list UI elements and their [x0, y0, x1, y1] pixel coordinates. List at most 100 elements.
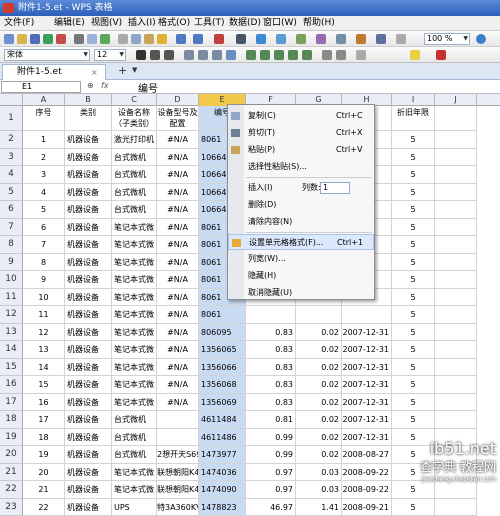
bold-icon[interactable]: [136, 50, 146, 60]
formula-content[interactable]: 编号: [138, 80, 158, 95]
table-cell[interactable]: [435, 166, 477, 184]
table-cell[interactable]: 台式微机: [112, 446, 157, 464]
row-header[interactable]: 2: [0, 131, 23, 149]
table-cell[interactable]: 机器设备: [65, 341, 112, 359]
table-cell[interactable]: [296, 306, 342, 324]
paste-toolbar-icon[interactable]: [144, 34, 154, 44]
row-header[interactable]: 21: [0, 464, 23, 482]
table-cell[interactable]: 12: [23, 324, 65, 342]
row-header[interactable]: 19: [0, 429, 23, 447]
table-cell[interactable]: 笔记本式微: [112, 376, 157, 394]
chevron-down-icon[interactable]: ▼: [132, 66, 137, 74]
row-header[interactable]: 4: [0, 166, 23, 184]
table-cell[interactable]: [435, 394, 477, 412]
table-cell[interactable]: [157, 411, 199, 429]
menu-window[interactable]: 窗口(W): [263, 17, 297, 30]
table-cell[interactable]: 笔记本式微: [112, 271, 157, 289]
row-header[interactable]: 6: [0, 201, 23, 219]
table-cell[interactable]: 5: [392, 289, 435, 307]
table-cell[interactable]: 0.83: [246, 324, 296, 342]
pdf-icon[interactable]: [56, 34, 66, 44]
font-family-combo[interactable]: 宋体▼: [4, 49, 90, 61]
table-cell[interactable]: 0.99: [246, 446, 296, 464]
menu-item-clear-contents[interactable]: 清除内容(N): [228, 214, 374, 230]
table-cell[interactable]: #N/A: [157, 359, 199, 377]
header-cell[interactable]: 类别: [65, 106, 112, 131]
table-cell[interactable]: 16: [23, 394, 65, 412]
row-header[interactable]: 3: [0, 149, 23, 167]
table-cell[interactable]: 联想朝阳K4: [157, 464, 199, 482]
row-header[interactable]: 14: [0, 341, 23, 359]
row-header[interactable]: 23: [0, 499, 23, 516]
table-cell[interactable]: 0.83: [246, 341, 296, 359]
row-header[interactable]: 15: [0, 359, 23, 377]
table-cell[interactable]: [435, 376, 477, 394]
table-cell[interactable]: 台式微机: [112, 149, 157, 167]
table-cell[interactable]: [435, 254, 477, 272]
row-header[interactable]: 10: [0, 271, 23, 289]
table-cell[interactable]: 笔记本式微: [112, 289, 157, 307]
table-cell[interactable]: #N/A: [157, 219, 199, 237]
save-icon[interactable]: [30, 34, 40, 44]
table-cell[interactable]: 2007-12-31: [342, 376, 392, 394]
print-preview-icon[interactable]: [87, 34, 97, 44]
italic-icon[interactable]: [150, 50, 160, 60]
table-cell[interactable]: 0.02: [296, 394, 342, 412]
align-right-icon[interactable]: [212, 50, 222, 60]
table-cell[interactable]: #N/A: [157, 394, 199, 412]
header-cell[interactable]: 设备名称（子类别）: [112, 106, 157, 131]
table-cell[interactable]: [435, 236, 477, 254]
table-cell[interactable]: [435, 306, 477, 324]
table-cell[interactable]: 机器设备: [65, 376, 112, 394]
table-cell[interactable]: 1474090: [199, 481, 246, 499]
row-header[interactable]: 20: [0, 446, 23, 464]
comma-style-icon[interactable]: [274, 50, 284, 60]
row-header[interactable]: 7: [0, 219, 23, 237]
table-cell[interactable]: 1356068: [199, 376, 246, 394]
table-cell[interactable]: 笔记本式微: [112, 324, 157, 342]
row-header[interactable]: 18: [0, 411, 23, 429]
header-cell[interactable]: [435, 106, 477, 131]
table-cell[interactable]: 机器设备: [65, 324, 112, 342]
table-cell[interactable]: 5: [392, 236, 435, 254]
open-folder-icon[interactable]: [17, 34, 27, 44]
increase-decimal-icon[interactable]: [288, 50, 298, 60]
menu-item-delete[interactable]: 删除(D): [228, 197, 374, 213]
row-header[interactable]: 16: [0, 376, 23, 394]
table-cell[interactable]: 18: [23, 429, 65, 447]
menu-item-insert[interactable]: 插入(I) 列数: 1: [228, 180, 374, 196]
decrease-decimal-icon[interactable]: [302, 50, 312, 60]
zoom-combo[interactable]: 100 %▼: [424, 33, 470, 45]
table-cell[interactable]: 机器设备: [65, 411, 112, 429]
table-cell[interactable]: 机器设备: [65, 149, 112, 167]
table-cell[interactable]: 5: [23, 201, 65, 219]
table-cell[interactable]: 8: [23, 254, 65, 272]
table-cell[interactable]: 5: [392, 499, 435, 516]
percent-icon[interactable]: [260, 50, 270, 60]
column-header[interactable]: D: [157, 94, 199, 106]
table-cell[interactable]: #N/A: [157, 149, 199, 167]
table-cell[interactable]: [246, 306, 296, 324]
table-cell[interactable]: 激光打印机: [112, 131, 157, 149]
table-cell[interactable]: 0.02: [296, 446, 342, 464]
table-cell[interactable]: #N/A: [157, 131, 199, 149]
table-cell[interactable]: 0.03: [296, 464, 342, 482]
spellcheck-icon[interactable]: [100, 34, 110, 44]
table-cell[interactable]: 11: [23, 306, 65, 324]
table-cell[interactable]: 4611486: [199, 429, 246, 447]
font-color-icon[interactable]: [436, 50, 446, 60]
table-cell[interactable]: 笔记本式微: [112, 464, 157, 482]
table-cell[interactable]: #N/A: [157, 306, 199, 324]
increase-indent-icon[interactable]: [336, 50, 346, 60]
table-cell[interactable]: 8061: [199, 306, 246, 324]
table-cell[interactable]: 台式微机: [112, 411, 157, 429]
table-cell[interactable]: [435, 341, 477, 359]
table-cell[interactable]: 1356065: [199, 341, 246, 359]
table-cell[interactable]: #N/A: [157, 341, 199, 359]
table-cell[interactable]: 6: [23, 219, 65, 237]
menu-data[interactable]: 数据(D): [229, 17, 261, 30]
function-icon[interactable]: fx: [101, 81, 109, 90]
menu-item-column-width[interactable]: 列宽(W)...: [228, 251, 374, 267]
sort-icon[interactable]: [214, 34, 224, 44]
menu-tools[interactable]: 工具(T): [194, 17, 225, 30]
